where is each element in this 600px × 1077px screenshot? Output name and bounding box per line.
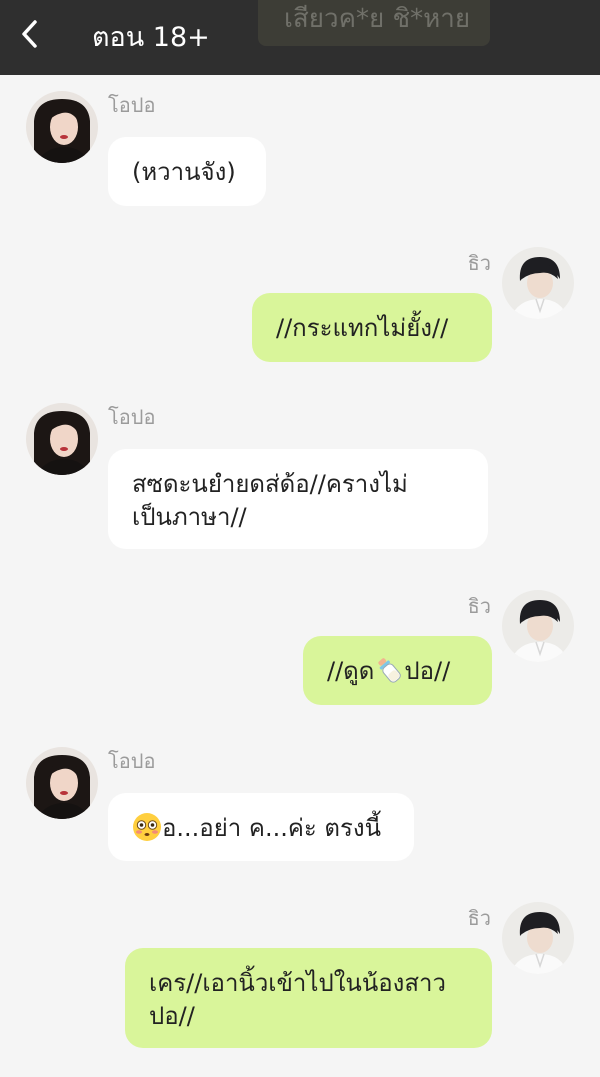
message-bubble: (หวานจัง) bbox=[108, 137, 266, 206]
baby-bottle-icon bbox=[378, 658, 402, 683]
avatar-tiw[interactable] bbox=[502, 247, 574, 319]
background-label: เสียวค*ย ชิ*หาย bbox=[258, 0, 490, 46]
avatar-opor[interactable] bbox=[26, 747, 98, 819]
sender-name: ธิว bbox=[467, 594, 491, 618]
chevron-left-icon bbox=[22, 20, 37, 48]
avatar-tiw[interactable] bbox=[502, 590, 574, 662]
message-text: ปอ// bbox=[404, 657, 451, 685]
avatar-tiw[interactable] bbox=[502, 902, 574, 974]
message-bubble: //ดูด ปอ// bbox=[303, 636, 492, 705]
message-bubble: //กระแทกไม่ยั้ง// bbox=[252, 293, 492, 362]
page-title: ตอน 18+ bbox=[92, 22, 210, 53]
avatar-opor[interactable] bbox=[26, 403, 98, 475]
top-bar: เสียวค*ย ชิ*หาย ตอน 18+ bbox=[0, 0, 600, 75]
flushed-face-icon bbox=[133, 813, 161, 841]
message-bubble: อ...อย่า ค...ค่ะ ตรงนี้ bbox=[108, 793, 414, 861]
message-bubble: เคร//เอานิ้วเข้าไปในน้องสาว ปอ// bbox=[125, 948, 492, 1048]
message-bubble: สซดะนยำยดส่ด้อ//ครางไม่ เป็นภาษา// bbox=[108, 449, 488, 549]
sender-name: ธิว bbox=[467, 906, 491, 930]
message-text: อ...อย่า ค...ค่ะ ตรงนี้ bbox=[162, 814, 381, 842]
message-text: //ดูด bbox=[327, 657, 375, 685]
avatar-opor[interactable] bbox=[26, 91, 98, 163]
back-button[interactable] bbox=[10, 12, 50, 56]
sender-name: โอปอ bbox=[108, 749, 156, 773]
sender-name: ธิว bbox=[467, 251, 491, 275]
sender-name: โอปอ bbox=[108, 93, 156, 117]
sender-name: โอปอ bbox=[108, 405, 156, 429]
